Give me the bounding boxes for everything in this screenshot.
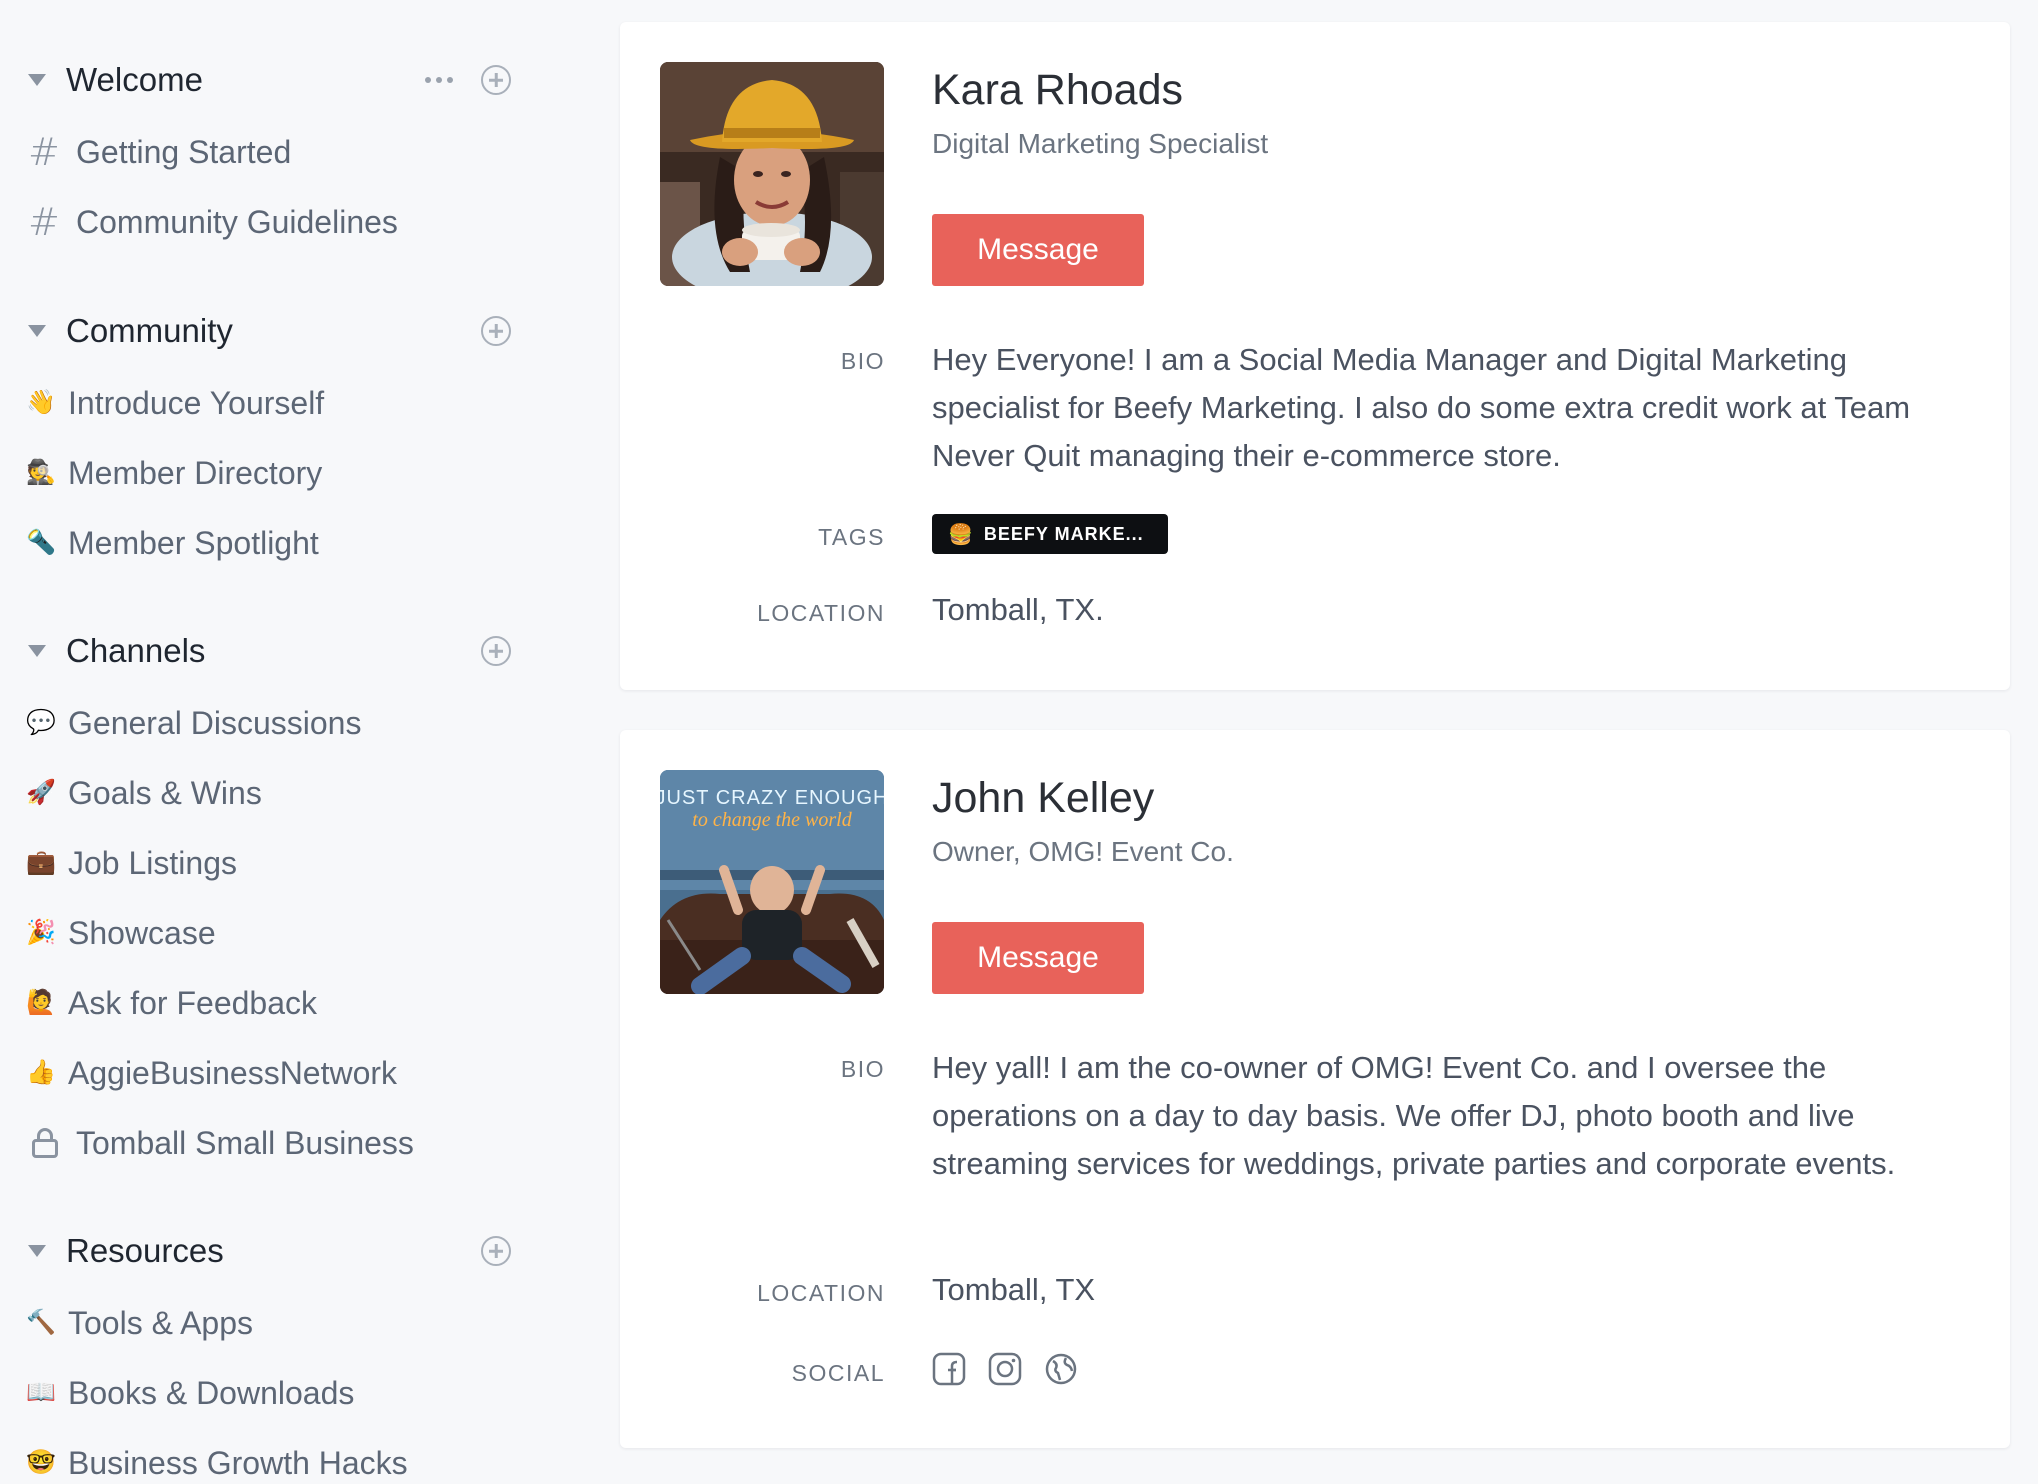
member-bio: Hey yall! I am the co-owner of OMG! Even… (932, 1050, 1896, 1181)
member-name[interactable]: Kara Rhoads (932, 66, 1183, 115)
member-role: Owner, OMG! Event Co. (932, 836, 1234, 867)
more-options-icon[interactable] (425, 77, 453, 83)
section-header-channels[interactable]: Channels (0, 621, 540, 681)
sidebar-item-label: Getting Started (76, 133, 292, 170)
member-avatar[interactable]: JUST CRAZY ENOUGH to change the world (660, 770, 884, 994)
sidebar-item-label: Showcase (68, 914, 216, 951)
sidebar-item-general-discussions[interactable]: 💬 General Discussions (0, 695, 520, 751)
lock-icon (32, 1128, 58, 1158)
caret-down-icon[interactable] (28, 645, 46, 657)
add-channel-icon[interactable] (481, 316, 511, 346)
social-label: SOCIAL (791, 1360, 885, 1386)
section-header-community[interactable]: Community (0, 301, 540, 361)
section-header-resources[interactable]: Resources (0, 1221, 540, 1281)
sidebar-item-label: Books & Downloads (68, 1374, 355, 1411)
member-location: Tomball, TX (932, 1272, 1096, 1307)
message-button[interactable]: Message (932, 214, 1144, 286)
raising-hand-icon: 🙋 (26, 989, 56, 1016)
sidebar-item-label: Community Guidelines (76, 203, 398, 240)
member-bio: Hey Everyone! I am a Social Media Manage… (932, 342, 1911, 473)
tags-label: TAGS (818, 524, 885, 550)
sidebar-item-job-listings[interactable]: 💼 Job Listings (0, 835, 520, 891)
neon-sign-line2: to change the world (692, 809, 852, 831)
instagram-icon[interactable] (988, 1352, 1022, 1386)
location-label: LOCATION (757, 1280, 885, 1306)
sidebar-item-label: AggieBusinessNetwork (68, 1054, 398, 1091)
sidebar-item-member-directory[interactable]: 🕵 Member Directory (0, 445, 520, 501)
member-avatar[interactable] (660, 62, 884, 286)
caret-down-icon[interactable] (28, 74, 46, 86)
hamburger-icon: 🍔 (948, 523, 974, 546)
sidebar-item-books-downloads[interactable]: 📖 Books & Downloads (0, 1365, 520, 1421)
sidebar-item-label: Ask for Feedback (68, 984, 317, 1021)
sidebar-item-label: Introduce Yourself (68, 384, 325, 421)
member-location: Tomball, TX. (932, 592, 1104, 627)
section-title: Community (66, 312, 233, 349)
sidebar-item-introduce-yourself[interactable]: 👋 Introduce Yourself (0, 375, 520, 431)
section-title: Channels (66, 632, 206, 669)
sidebar-item-ask-for-feedback[interactable]: 🙋 Ask for Feedback (0, 975, 520, 1031)
detective-icon: 🕵 (26, 459, 56, 486)
sidebar-item-community-guidelines[interactable]: # Community Guidelines (0, 194, 520, 250)
member-role: Digital Marketing Specialist (932, 128, 1269, 159)
add-channel-icon[interactable] (481, 636, 511, 666)
party-popper-icon: 🎉 (26, 919, 56, 946)
sidebar-section-channels: Channels 💬 General Discussions 🚀 Goals &… (0, 621, 540, 1161)
sidebar-item-business-growth-hacks[interactable]: 🤓 Business Growth Hacks (0, 1435, 520, 1484)
section-title: Resources (66, 1232, 224, 1269)
waving-hand-icon: 👋 (26, 389, 56, 416)
location-label: LOCATION (757, 600, 885, 626)
speech-bubble-icon: 💬 (26, 709, 56, 736)
sidebar-item-label: Tomball Small Business (76, 1124, 414, 1161)
caret-down-icon[interactable] (28, 1245, 46, 1257)
sidebar: Welcome # Getting Started # Community Gu… (0, 0, 560, 1484)
member-card: JUST CRAZY ENOUGH to change the world Jo… (620, 730, 2010, 1448)
avatar-photo: JUST CRAZY ENOUGH to change the world (660, 770, 884, 994)
section-title: Welcome (66, 61, 203, 98)
hash-icon: # (28, 130, 60, 174)
section-header-welcome[interactable]: Welcome (0, 50, 540, 110)
facebook-icon[interactable] (932, 1352, 966, 1386)
message-button[interactable]: Message (932, 922, 1144, 994)
sidebar-item-label: Job Listings (68, 844, 237, 881)
social-links (932, 1352, 1078, 1386)
bio-label: BIO (840, 348, 885, 374)
sidebar-item-showcase[interactable]: 🎉 Showcase (0, 905, 520, 961)
hammer-icon: 🔨 (26, 1309, 56, 1336)
neon-sign-line1: JUST CRAZY ENOUGH (660, 787, 884, 809)
member-card: Kara Rhoads Digital Marketing Specialist… (620, 22, 2010, 690)
flashlight-icon: 🔦 (26, 529, 56, 556)
sidebar-item-member-spotlight[interactable]: 🔦 Member Spotlight (0, 515, 520, 571)
globe-icon[interactable] (1044, 1352, 1078, 1386)
sidebar-item-label: Business Growth Hacks (68, 1444, 408, 1481)
rocket-icon: 🚀 (26, 779, 56, 806)
caret-down-icon[interactable] (28, 325, 46, 337)
sidebar-item-label: General Discussions (68, 704, 362, 741)
sidebar-item-label: Member Directory (68, 454, 323, 491)
app-root: Welcome # Getting Started # Community Gu… (0, 0, 2038, 1484)
tag-label: BEEFY MARKE... (983, 523, 1144, 544)
avatar-photo (660, 62, 884, 286)
sidebar-item-aggiebusinessnetwork[interactable]: 👍 AggieBusinessNetwork (0, 1045, 520, 1101)
sidebar-section-community: Community 👋 Introduce Yourself 🕵 Member … (0, 301, 540, 561)
briefcase-icon: 💼 (26, 849, 56, 876)
open-book-icon: 📖 (26, 1379, 56, 1406)
hash-icon: # (28, 200, 60, 244)
add-channel-icon[interactable] (481, 65, 511, 95)
sidebar-section-welcome: Welcome # Getting Started # Community Gu… (0, 50, 540, 241)
sidebar-item-goals-wins[interactable]: 🚀 Goals & Wins (0, 765, 520, 821)
member-name[interactable]: John Kelley (932, 774, 1154, 823)
sidebar-item-label: Goals & Wins (68, 774, 262, 811)
thumbs-up-icon: 👍 (26, 1059, 56, 1086)
add-channel-icon[interactable] (481, 1236, 511, 1266)
sidebar-section-resources: Resources 🔨 Tools & Apps 📖 Books & Downl… (0, 1221, 540, 1481)
member-tag[interactable]: 🍔 BEEFY MARKE... (932, 514, 1168, 554)
sidebar-item-label: Tools & Apps (68, 1304, 253, 1341)
bio-label: BIO (840, 1056, 885, 1082)
sidebar-item-getting-started[interactable]: # Getting Started (0, 124, 520, 180)
sidebar-item-tomball-small-business[interactable]: Tomball Small Business (0, 1115, 520, 1171)
sidebar-item-label: Member Spotlight (68, 524, 319, 561)
sidebar-item-tools-apps[interactable]: 🔨 Tools & Apps (0, 1295, 520, 1351)
nerd-face-icon: 🤓 (26, 1449, 56, 1476)
